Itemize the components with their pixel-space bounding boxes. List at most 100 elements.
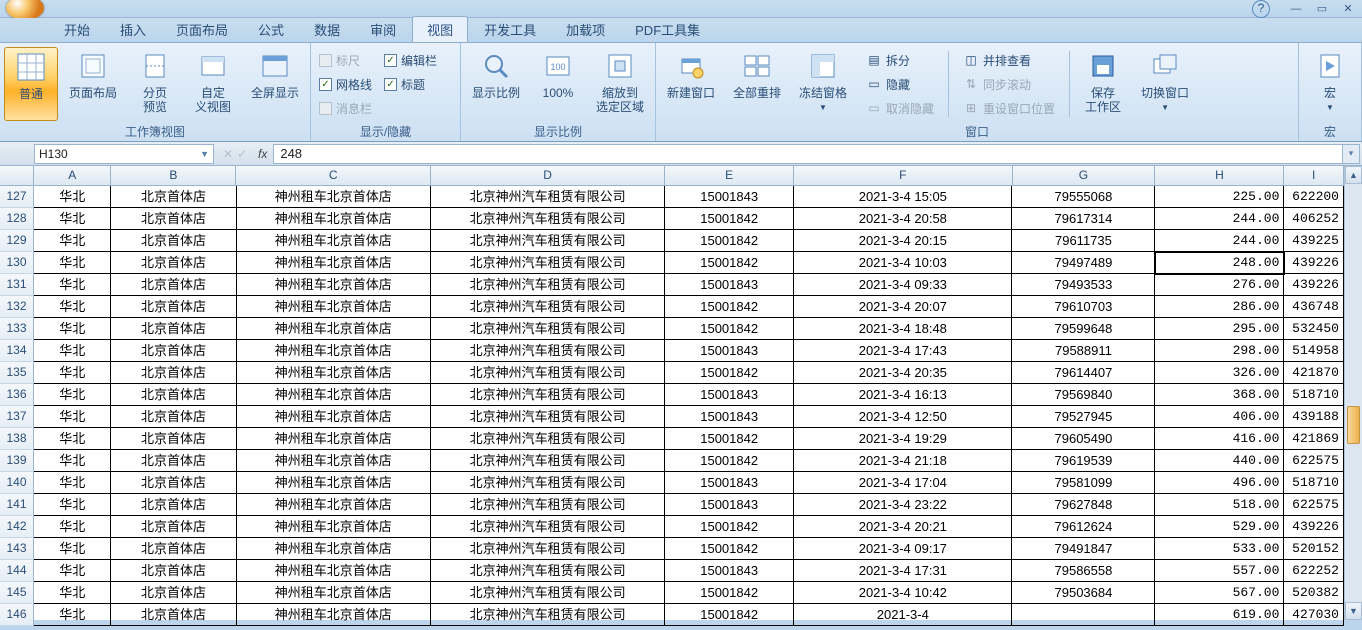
cell[interactable]: 北京首体店 bbox=[111, 450, 236, 472]
cell[interactable]: 622252 bbox=[1284, 560, 1344, 582]
cell[interactable]: 华北 bbox=[34, 428, 111, 450]
cell[interactable]: 神州租车北京首体店 bbox=[237, 186, 431, 208]
cell[interactable]: 北京神州汽车租赁有限公司 bbox=[431, 604, 665, 626]
cell[interactable]: 406.00 bbox=[1155, 406, 1284, 428]
cell[interactable]: 神州租车北京首体店 bbox=[237, 516, 431, 538]
cell[interactable]: 华北 bbox=[34, 252, 111, 274]
cell[interactable]: 神州租车北京首体店 bbox=[237, 472, 431, 494]
row-header[interactable]: 133 bbox=[0, 318, 34, 340]
zoom-selection-button[interactable]: 缩放到 选定区域 bbox=[589, 47, 651, 121]
cell[interactable]: 619.00 bbox=[1155, 604, 1284, 626]
cell[interactable]: 2021-3-4 17:04 bbox=[794, 472, 1012, 494]
cell[interactable]: 北京首体店 bbox=[111, 186, 236, 208]
cell[interactable]: 15001843 bbox=[665, 340, 794, 362]
cell[interactable]: 79527945 bbox=[1012, 406, 1155, 428]
switch-windows-button[interactable]: 切换窗口 ▼ bbox=[1134, 47, 1196, 121]
cell[interactable]: 2021-3-4 20:58 bbox=[794, 208, 1012, 230]
cell[interactable]: 532450 bbox=[1284, 318, 1344, 340]
page-layout-button[interactable]: 页面布局 bbox=[62, 47, 124, 121]
fullscreen-button[interactable]: 全屏显示 bbox=[244, 47, 306, 121]
office-orb-icon[interactable] bbox=[6, 0, 44, 20]
cell[interactable]: 79503684 bbox=[1012, 582, 1155, 604]
column-header-D[interactable]: D bbox=[431, 166, 665, 186]
cell[interactable]: 421869 bbox=[1284, 428, 1344, 450]
cell[interactable]: 神州租车北京首体店 bbox=[237, 296, 431, 318]
cell[interactable]: 2021-3-4 bbox=[794, 604, 1012, 626]
cell[interactable]: 神州租车北京首体店 bbox=[237, 450, 431, 472]
formula-bar-checkbox[interactable]: ✓编辑栏 bbox=[384, 49, 437, 71]
cell[interactable]: 15001842 bbox=[665, 604, 794, 626]
split-button[interactable]: ▤拆分 bbox=[862, 49, 938, 71]
cell[interactable]: 79619539 bbox=[1012, 450, 1155, 472]
cell[interactable]: 神州租车北京首体店 bbox=[237, 252, 431, 274]
cell[interactable]: 2021-3-4 10:42 bbox=[794, 582, 1012, 604]
row-header[interactable]: 145 bbox=[0, 582, 34, 604]
cell[interactable]: 北京神州汽车租赁有限公司 bbox=[431, 208, 665, 230]
hide-button[interactable]: ▭隐藏 bbox=[862, 73, 938, 95]
cell[interactable]: 295.00 bbox=[1155, 318, 1284, 340]
cell[interactable]: 79588911 bbox=[1012, 340, 1155, 362]
cell[interactable]: 557.00 bbox=[1155, 560, 1284, 582]
cell[interactable]: 北京神州汽车租赁有限公司 bbox=[431, 362, 665, 384]
cell[interactable]: 华北 bbox=[34, 538, 111, 560]
cell[interactable]: 2021-3-4 09:17 bbox=[794, 538, 1012, 560]
cell[interactable]: 北京首体店 bbox=[111, 582, 236, 604]
cell[interactable]: 北京神州汽车租赁有限公司 bbox=[431, 516, 665, 538]
cell[interactable]: 368.00 bbox=[1155, 384, 1284, 406]
cell[interactable]: 15001842 bbox=[665, 362, 794, 384]
cell[interactable]: 436748 bbox=[1284, 296, 1344, 318]
column-header-I[interactable]: I bbox=[1284, 166, 1344, 186]
cell[interactable]: 北京神州汽车租赁有限公司 bbox=[431, 230, 665, 252]
row-header[interactable]: 138 bbox=[0, 428, 34, 450]
cell[interactable]: 244.00 bbox=[1155, 208, 1284, 230]
cell[interactable]: 79497489 bbox=[1012, 252, 1155, 274]
cell[interactable]: 华北 bbox=[34, 560, 111, 582]
cell[interactable]: 神州租车北京首体店 bbox=[237, 428, 431, 450]
cell[interactable]: 427030 bbox=[1284, 604, 1344, 626]
cell[interactable]: 北京首体店 bbox=[111, 472, 236, 494]
cell[interactable]: 华北 bbox=[34, 406, 111, 428]
cell[interactable]: 华北 bbox=[34, 186, 111, 208]
cell[interactable]: 276.00 bbox=[1155, 274, 1284, 296]
restore-button[interactable]: ▭ bbox=[1312, 2, 1332, 16]
cell[interactable]: 514958 bbox=[1284, 340, 1344, 362]
ribbon-tab-8[interactable]: 加载项 bbox=[552, 17, 619, 42]
cell[interactable]: 286.00 bbox=[1155, 296, 1284, 318]
row-header[interactable]: 134 bbox=[0, 340, 34, 362]
zoom-100-button[interactable]: 100 100% bbox=[531, 47, 585, 121]
ribbon-tab-4[interactable]: 数据 bbox=[300, 17, 354, 42]
cell[interactable]: 440.00 bbox=[1155, 450, 1284, 472]
cell[interactable]: 15001843 bbox=[665, 186, 794, 208]
macros-button[interactable]: 宏 ▼ bbox=[1303, 47, 1357, 121]
row-header[interactable]: 139 bbox=[0, 450, 34, 472]
row-header[interactable]: 143 bbox=[0, 538, 34, 560]
ribbon-tab-3[interactable]: 公式 bbox=[244, 17, 298, 42]
row-header[interactable]: 129 bbox=[0, 230, 34, 252]
cell[interactable]: 518710 bbox=[1284, 472, 1344, 494]
column-header-A[interactable]: A bbox=[34, 166, 111, 186]
cell[interactable]: 439226 bbox=[1284, 274, 1344, 296]
cell[interactable]: 华北 bbox=[34, 362, 111, 384]
headings-checkbox[interactable]: ✓标题 bbox=[384, 73, 437, 95]
cell[interactable]: 15001842 bbox=[665, 582, 794, 604]
cell[interactable]: 79627848 bbox=[1012, 494, 1155, 516]
cell[interactable]: 15001842 bbox=[665, 538, 794, 560]
cell[interactable]: 北京首体店 bbox=[111, 494, 236, 516]
chevron-down-icon[interactable]: ▼ bbox=[200, 149, 209, 159]
cell[interactable]: 15001843 bbox=[665, 560, 794, 582]
cell[interactable]: 2021-3-4 20:35 bbox=[794, 362, 1012, 384]
ribbon-tab-5[interactable]: 审阅 bbox=[356, 17, 410, 42]
cell[interactable]: 华北 bbox=[34, 230, 111, 252]
cell[interactable]: 518710 bbox=[1284, 384, 1344, 406]
page-break-button[interactable]: 分页 预览 bbox=[128, 47, 182, 121]
cell[interactable]: 神州租车北京首体店 bbox=[237, 230, 431, 252]
cell[interactable]: 北京神州汽车租赁有限公司 bbox=[431, 384, 665, 406]
cell[interactable]: 北京首体店 bbox=[111, 230, 236, 252]
scroll-up-button[interactable]: ▲ bbox=[1345, 166, 1362, 184]
cell[interactable]: 神州租车北京首体店 bbox=[237, 208, 431, 230]
cell[interactable]: 15001843 bbox=[665, 274, 794, 296]
normal-view-button[interactable]: 普通 bbox=[4, 47, 58, 121]
cell[interactable]: 北京神州汽车租赁有限公司 bbox=[431, 472, 665, 494]
cell[interactable]: 北京神州汽车租赁有限公司 bbox=[431, 560, 665, 582]
cell[interactable]: 神州租车北京首体店 bbox=[237, 384, 431, 406]
